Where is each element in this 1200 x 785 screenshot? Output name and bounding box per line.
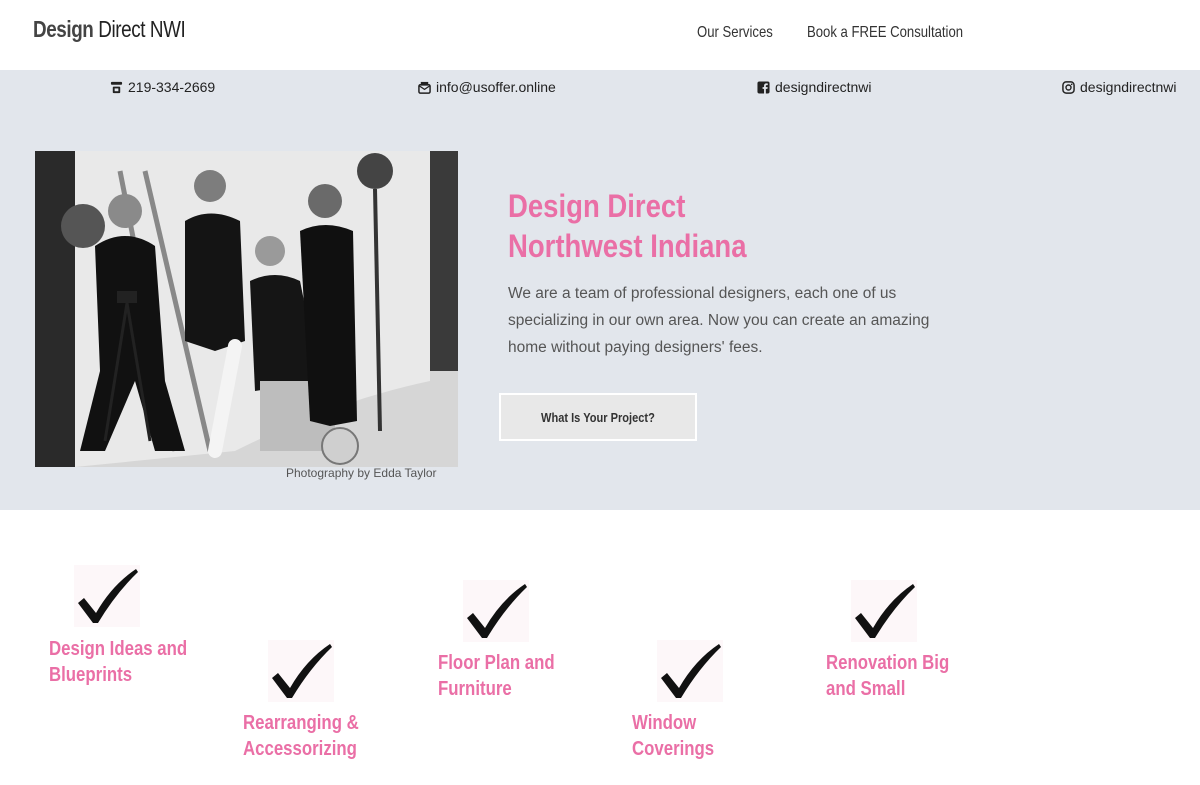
- site-header: Design Direct NWI Our Services Book a FR…: [0, 0, 1200, 70]
- team-photo: [35, 151, 458, 467]
- hero-title-line1: Design Direct: [508, 188, 686, 224]
- checkmark-icon: [74, 565, 140, 627]
- nav-book-consultation[interactable]: Book a FREE Consultation: [807, 24, 963, 42]
- service-label-line2: Furniture: [438, 678, 512, 700]
- service-label: Window Coverings: [632, 710, 714, 762]
- logo-rest-text: Direct NWI: [93, 16, 186, 42]
- hero-title: Design Direct Northwest Indiana: [508, 186, 747, 266]
- logo-bold-text: Design: [33, 16, 94, 42]
- service-label-line1: Design Ideas and: [49, 638, 188, 660]
- service-label-line1: Window: [632, 712, 697, 734]
- contact-email[interactable]: info@usoffer.online: [418, 79, 556, 95]
- service-label-line2: Blueprints: [49, 664, 133, 686]
- instagram-icon: [1062, 80, 1075, 94]
- email-icon: [418, 81, 431, 94]
- service-label-line1: Rearranging &: [243, 712, 359, 734]
- contact-phone[interactable]: 219-334-2669: [110, 79, 215, 95]
- photo-caption: Photography by Edda Taylor: [286, 466, 437, 480]
- nav-our-services[interactable]: Our Services: [697, 24, 773, 42]
- checkmark-icon: [463, 580, 529, 642]
- contact-instagram[interactable]: designdirectnwi: [1062, 79, 1177, 95]
- email-text: info@usoffer.online: [436, 79, 556, 95]
- hero-section: 219-334-2669 info@usoffer.online designd…: [0, 70, 1200, 510]
- service-label: Design Ideas and Blueprints: [49, 636, 187, 688]
- service-label: Renovation Big and Small: [826, 650, 949, 702]
- service-label: Rearranging & Accessorizing: [243, 710, 359, 762]
- service-label-line2: and Small: [826, 678, 906, 700]
- instagram-text: designdirectnwi: [1080, 79, 1177, 95]
- service-label-line1: Renovation Big: [826, 652, 950, 674]
- service-label-line2: Coverings: [632, 738, 715, 760]
- hero-description: We are a team of professional designers,…: [508, 285, 930, 356]
- site-logo[interactable]: Design Direct NWI: [33, 16, 186, 43]
- phone-text: 219-334-2669: [128, 79, 216, 95]
- service-label: Floor Plan and Furniture: [438, 650, 555, 702]
- cta-label: What Is Your Project?: [541, 409, 655, 425]
- phone-icon: [110, 81, 123, 93]
- hero-title-line2: Northwest Indiana: [508, 228, 747, 264]
- service-label-line1: Floor Plan and: [438, 652, 555, 674]
- service-label-line2: Accessorizing: [243, 738, 357, 760]
- what-is-your-project-button[interactable]: What Is Your Project?: [499, 393, 697, 441]
- checkmark-icon: [851, 580, 917, 642]
- facebook-icon: [757, 80, 770, 94]
- facebook-text: designdirectnwi: [775, 79, 872, 95]
- checkmark-icon: [268, 640, 334, 702]
- checkmark-icon: [657, 640, 723, 702]
- contact-facebook[interactable]: designdirectnwi: [757, 79, 872, 95]
